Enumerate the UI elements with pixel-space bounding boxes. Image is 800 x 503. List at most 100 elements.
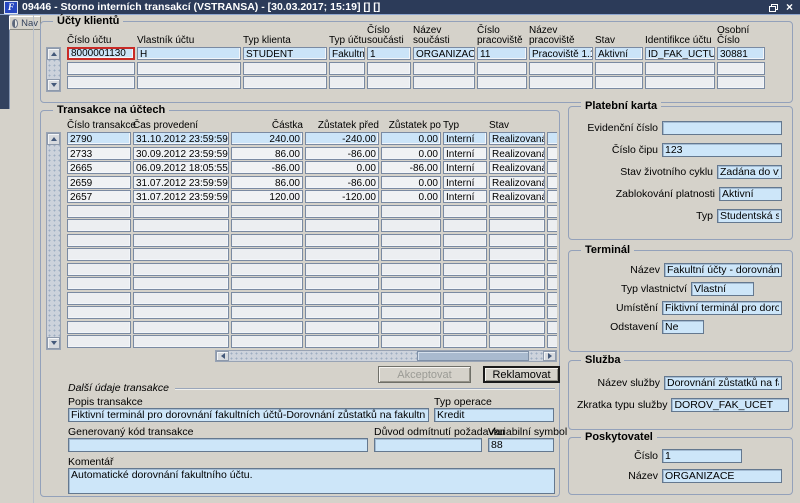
accounts-record-scrollbar[interactable] xyxy=(46,47,61,92)
account-cell[interactable]: 8000001130 xyxy=(67,47,135,60)
evidencni-cislo-input[interactable] xyxy=(662,121,782,135)
empty-cell xyxy=(381,321,441,334)
scroll-left-button[interactable] xyxy=(216,351,229,361)
hscroll-track[interactable] xyxy=(229,351,543,361)
zablokovani-input[interactable] xyxy=(719,187,782,201)
txn-cell[interactable]: 2790 xyxy=(67,132,131,145)
txn-cell[interactable]: 31.07.2012 23:59:59 xyxy=(133,190,229,203)
poskytovatel-cislo-input[interactable] xyxy=(662,449,742,463)
txn-cell[interactable]: 2659 xyxy=(67,176,131,189)
account-cell[interactable]: Pracoviště 1.1 xyxy=(529,47,593,60)
txn-cell[interactable]: 0.00 xyxy=(381,147,441,160)
komentar-textarea[interactable]: Automatické dorovnání fakultního účtu. xyxy=(68,468,555,494)
transactions-hscrollbar[interactable] xyxy=(215,350,557,362)
account-cell[interactable]: 30881 xyxy=(717,47,765,60)
txn-cell[interactable]: 30.09.2012 23:59:59 xyxy=(133,147,229,160)
scroll-down-button[interactable] xyxy=(47,337,60,349)
poskytovatel-nazev-input[interactable] xyxy=(662,469,782,483)
typ-karty-input[interactable] xyxy=(717,209,782,223)
txn-cell[interactable]: 0.00 xyxy=(381,176,441,189)
scroll-down-button[interactable] xyxy=(47,79,60,91)
field-row: Název xyxy=(577,263,782,277)
empty-cell xyxy=(231,248,303,261)
empty-cell xyxy=(133,219,229,232)
empty-cell xyxy=(443,205,487,218)
txn-cell[interactable]: -240.00 xyxy=(305,132,379,145)
empty-cell xyxy=(443,306,487,319)
var-symbol-input[interactable] xyxy=(488,438,554,452)
empty-cell xyxy=(489,205,545,218)
txn-cell[interactable]: 86.00 xyxy=(231,176,303,189)
empty-cell xyxy=(443,277,487,290)
scroll-up-button[interactable] xyxy=(47,48,60,60)
arrow-right-icon xyxy=(548,353,552,359)
field-label: Zkratka typu služby xyxy=(577,399,671,411)
close-icon[interactable]: × xyxy=(783,2,796,13)
txn-cell[interactable]: Interní xyxy=(443,147,487,160)
txn-cell[interactable]: 31.10.2012 23:59:59 xyxy=(133,132,229,145)
nav-tab[interactable]: Nav xyxy=(9,16,41,30)
typ-operace-input[interactable] xyxy=(434,408,554,422)
empty-cell xyxy=(133,277,229,290)
txn-cell[interactable]: Realizovaná xyxy=(489,190,545,203)
field-label: Název služby xyxy=(577,377,664,389)
odstaveni-input[interactable] xyxy=(662,320,704,334)
txn-cell[interactable]: 120.00 xyxy=(231,190,303,203)
account-cell[interactable]: ID_FAK_UCTU_4 xyxy=(645,47,715,60)
txn-cell[interactable]: 2657 xyxy=(67,190,131,203)
scroll-right-button[interactable] xyxy=(543,351,556,361)
txn-cell[interactable]: 06.09.2012 18:05:55 xyxy=(133,161,229,174)
account-cell[interactable]: 11 xyxy=(477,47,527,60)
restore-icon[interactable] xyxy=(766,2,779,13)
txn-cell[interactable]: Realizovaná xyxy=(489,176,545,189)
empty-cell xyxy=(381,234,441,247)
cislo-cipu-input[interactable] xyxy=(662,143,782,157)
stav-cyklu-input[interactable] xyxy=(717,165,782,179)
txn-cell[interactable]: Interní xyxy=(443,161,487,174)
txn-cell[interactable]: Interní xyxy=(443,176,487,189)
accept-button[interactable]: Akceptovat xyxy=(378,366,471,383)
txn-cell[interactable]: Realizovaná xyxy=(489,161,545,174)
txn-cell[interactable]: 240.00 xyxy=(231,132,303,145)
popis-input[interactable] xyxy=(68,408,429,422)
umisteni-input[interactable] xyxy=(662,301,782,315)
column-header: Identifikce účtu xyxy=(645,24,715,46)
duvod-input[interactable] xyxy=(374,438,482,452)
txn-cell[interactable]: 0.00 xyxy=(305,161,379,174)
txn-cell[interactable]: Interní xyxy=(443,132,487,145)
terminal-nazev-input[interactable] xyxy=(664,263,782,277)
txn-cell[interactable]: Interní xyxy=(443,190,487,203)
empty-cell xyxy=(645,76,715,89)
scroll-up-button[interactable] xyxy=(47,133,60,145)
zkratka-sluzby-input[interactable] xyxy=(671,398,789,412)
txn-cell[interactable]: 31.07.2012 23:59:59 xyxy=(133,176,229,189)
account-cell[interactable]: Fakultní xyxy=(329,47,365,60)
reclaim-button[interactable]: Reklamovat xyxy=(483,366,560,383)
nazev-sluzby-input[interactable] xyxy=(664,376,782,390)
txn-cell[interactable]: -86.00 xyxy=(305,176,379,189)
txn-cell[interactable]: 2665 xyxy=(67,161,131,174)
account-cell[interactable]: H xyxy=(137,47,241,60)
empty-cell xyxy=(305,335,379,348)
txn-cell[interactable]: -86.00 xyxy=(305,147,379,160)
txn-cell[interactable]: 0.00 xyxy=(381,132,441,145)
txn-cell[interactable]: 2733 xyxy=(67,147,131,160)
txn-cell[interactable]: -120.00 xyxy=(305,190,379,203)
details-title: Další údaje transakce xyxy=(68,382,169,394)
txn-cell[interactable]: Realizovaná xyxy=(489,132,545,145)
empty-cell xyxy=(305,292,379,305)
txn-cell[interactable]: 86.00 xyxy=(231,147,303,160)
account-cell[interactable]: Aktivní xyxy=(595,47,643,60)
account-cell[interactable]: ORGANIZACE xyxy=(413,47,475,60)
account-cell[interactable]: 1 xyxy=(367,47,411,60)
gen-kod-input[interactable] xyxy=(68,438,368,452)
txn-cell[interactable]: -86.00 xyxy=(381,161,441,174)
typ-vlastnictvi-input[interactable] xyxy=(691,282,754,296)
transactions-record-scrollbar[interactable] xyxy=(46,132,61,350)
txn-cell[interactable]: -86.00 xyxy=(231,161,303,174)
txn-cell[interactable]: Realizovaná xyxy=(489,147,545,160)
txn-cell[interactable]: 0.00 xyxy=(381,190,441,203)
empty-cell xyxy=(381,306,441,319)
account-cell[interactable]: STUDENT xyxy=(243,47,327,60)
hscroll-thumb[interactable] xyxy=(417,351,529,361)
